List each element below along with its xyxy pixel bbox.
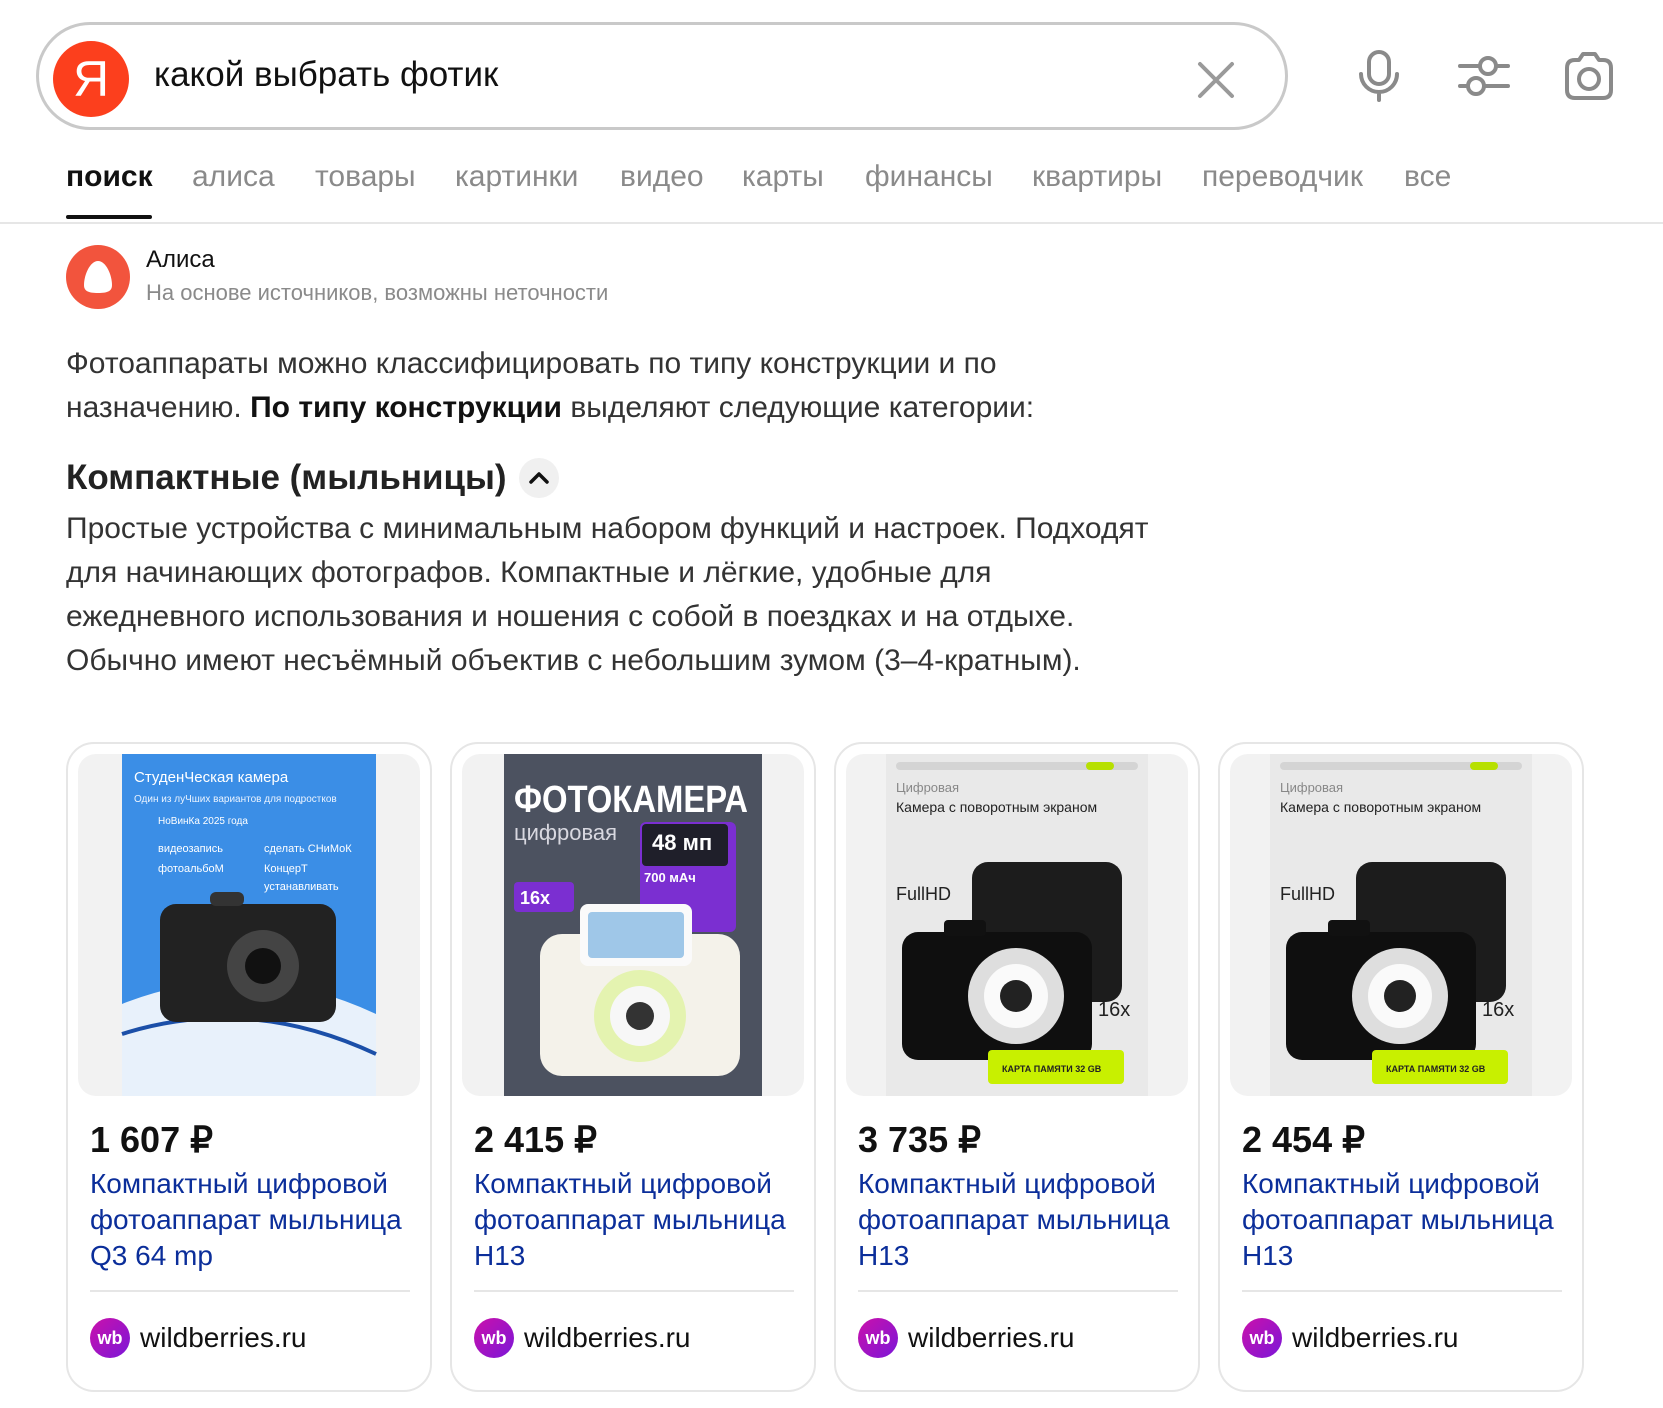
shop-name[interactable]: wildberries.ru bbox=[1292, 1322, 1459, 1354]
tab-images[interactable]: картинки bbox=[455, 160, 578, 194]
search-tabs: поиск алиса товары картинки видео карты … bbox=[0, 150, 1663, 224]
search-input[interactable]: какой выбрать фотик bbox=[154, 55, 498, 95]
image-heading: СтуденЧеская камера bbox=[134, 769, 289, 786]
product-image: СтуденЧеская камера Один из луЧших вариа… bbox=[78, 754, 420, 1096]
product-card[interactable]: СтуденЧеская камера Один из луЧших вариа… bbox=[66, 742, 432, 1392]
tab-all[interactable]: все bbox=[1404, 160, 1451, 194]
image-zoom: 16x bbox=[1098, 999, 1130, 1021]
divider bbox=[90, 1290, 410, 1292]
product-title-link[interactable]: Компактный цифровой фотоаппарат мыльница… bbox=[90, 1166, 420, 1274]
image-fullhd: FullHD bbox=[1280, 884, 1335, 904]
image-memory-card: КАРТА ПАМЯТИ 32 GB bbox=[1002, 1064, 1102, 1074]
image-subheading: цифровая bbox=[514, 820, 617, 845]
product-card[interactable]: Цифровая Камера с поворотным экраном Ful… bbox=[834, 742, 1200, 1392]
product-title-link[interactable]: Компактный цифровой фотоаппарат мыльница… bbox=[858, 1166, 1188, 1274]
image-heading: Камера с поворотным экраном bbox=[896, 799, 1097, 815]
camera-icon[interactable] bbox=[1561, 48, 1617, 104]
alice-disclaimer: На основе источников, возможны неточност… bbox=[146, 280, 609, 305]
image-fullhd: FullHD bbox=[896, 884, 951, 904]
close-icon[interactable] bbox=[1194, 58, 1238, 102]
microphone-icon[interactable] bbox=[1351, 48, 1407, 104]
active-tab-indicator bbox=[66, 215, 152, 219]
product-card[interactable]: ФОТОКАМЕРА цифровая 48 мп 700 мАч 16x 2 … bbox=[450, 742, 816, 1392]
tab-video[interactable]: видео bbox=[620, 160, 704, 194]
product-card[interactable]: Цифровая Камера с поворотным экраном Ful… bbox=[1218, 742, 1584, 1392]
divider bbox=[1242, 1290, 1562, 1292]
tab-finance[interactable]: финансы bbox=[865, 160, 993, 194]
product-image: Цифровая Камера с поворотным экраном Ful… bbox=[846, 754, 1188, 1096]
alice-intro: Фотоаппараты можно классифицировать по т… bbox=[66, 347, 1035, 424]
wildberries-logo-icon: wb bbox=[474, 1318, 514, 1358]
image-feature: видеозапись bbox=[158, 843, 223, 855]
wildberries-logo-icon: wb bbox=[1242, 1318, 1282, 1358]
image-badge: НоВинКа 2025 года bbox=[158, 816, 248, 827]
product-image: Цифровая Камера с поворотным экраном Ful… bbox=[1230, 754, 1572, 1096]
tab-search[interactable]: поиск bbox=[66, 160, 153, 194]
alice-logo-icon bbox=[66, 245, 130, 309]
settings-sliders-icon[interactable] bbox=[1456, 48, 1512, 104]
image-kicker: Цифровая bbox=[1280, 780, 1343, 795]
image-heading: ФОТОКАМЕРА bbox=[514, 779, 748, 821]
shop-name[interactable]: wildberries.ru bbox=[140, 1322, 307, 1354]
chevron-up-icon[interactable] bbox=[519, 458, 559, 498]
product-price: 3 735 ₽ bbox=[858, 1119, 981, 1160]
product-price: 1 607 ₽ bbox=[90, 1119, 213, 1160]
wildberries-logo-icon: wb bbox=[90, 1318, 130, 1358]
alice-name: Алиса bbox=[146, 246, 215, 273]
tab-translator[interactable]: переводчик bbox=[1202, 160, 1363, 194]
search-bar: Я какой выбрать фотик bbox=[36, 22, 1288, 130]
image-feature: КонцерТ bbox=[264, 863, 308, 875]
image-feature: сделать СНиМоК bbox=[264, 843, 352, 855]
section-title: Компактные (мыльницы) bbox=[66, 458, 507, 497]
product-image: ФОТОКАМЕРА цифровая 48 мп 700 мАч 16x bbox=[462, 754, 804, 1096]
tab-goods[interactable]: товары bbox=[315, 160, 416, 194]
image-megapixels: 48 мп bbox=[652, 830, 712, 855]
image-feature: фотоальбоМ bbox=[158, 863, 224, 875]
shop-name[interactable]: wildberries.ru bbox=[908, 1322, 1075, 1354]
shop-name[interactable]: wildberries.ru bbox=[524, 1322, 691, 1354]
image-zoom: 16x bbox=[520, 888, 550, 908]
tab-apartments[interactable]: квартиры bbox=[1032, 160, 1162, 194]
product-title-link[interactable]: Компактный цифровой фотоаппарат мыльница… bbox=[1242, 1166, 1572, 1274]
divider bbox=[474, 1290, 794, 1292]
divider bbox=[858, 1290, 1178, 1292]
image-heading: Камера с поворотным экраном bbox=[1280, 799, 1481, 815]
yandex-logo[interactable]: Я bbox=[53, 41, 129, 117]
tab-alice[interactable]: алиса bbox=[192, 160, 275, 194]
product-price: 2 454 ₽ bbox=[1242, 1119, 1365, 1160]
image-battery: 700 мАч bbox=[644, 870, 696, 885]
image-zoom: 16x bbox=[1482, 999, 1514, 1021]
image-subheading: Один из луЧших вариантов для подростков bbox=[134, 794, 337, 805]
section-text: Простые устройства с минимальным набором… bbox=[66, 512, 1149, 677]
product-price: 2 415 ₽ bbox=[474, 1119, 597, 1160]
product-title-link[interactable]: Компактный цифровой фотоаппарат мыльница… bbox=[474, 1166, 804, 1274]
image-kicker: Цифровая bbox=[896, 780, 959, 795]
image-memory-card: КАРТА ПАМЯТИ 32 GB bbox=[1386, 1064, 1486, 1074]
image-feature: устанавливать bbox=[264, 881, 339, 893]
tab-maps[interactable]: карты bbox=[742, 160, 824, 194]
wildberries-logo-icon: wb bbox=[858, 1318, 898, 1358]
